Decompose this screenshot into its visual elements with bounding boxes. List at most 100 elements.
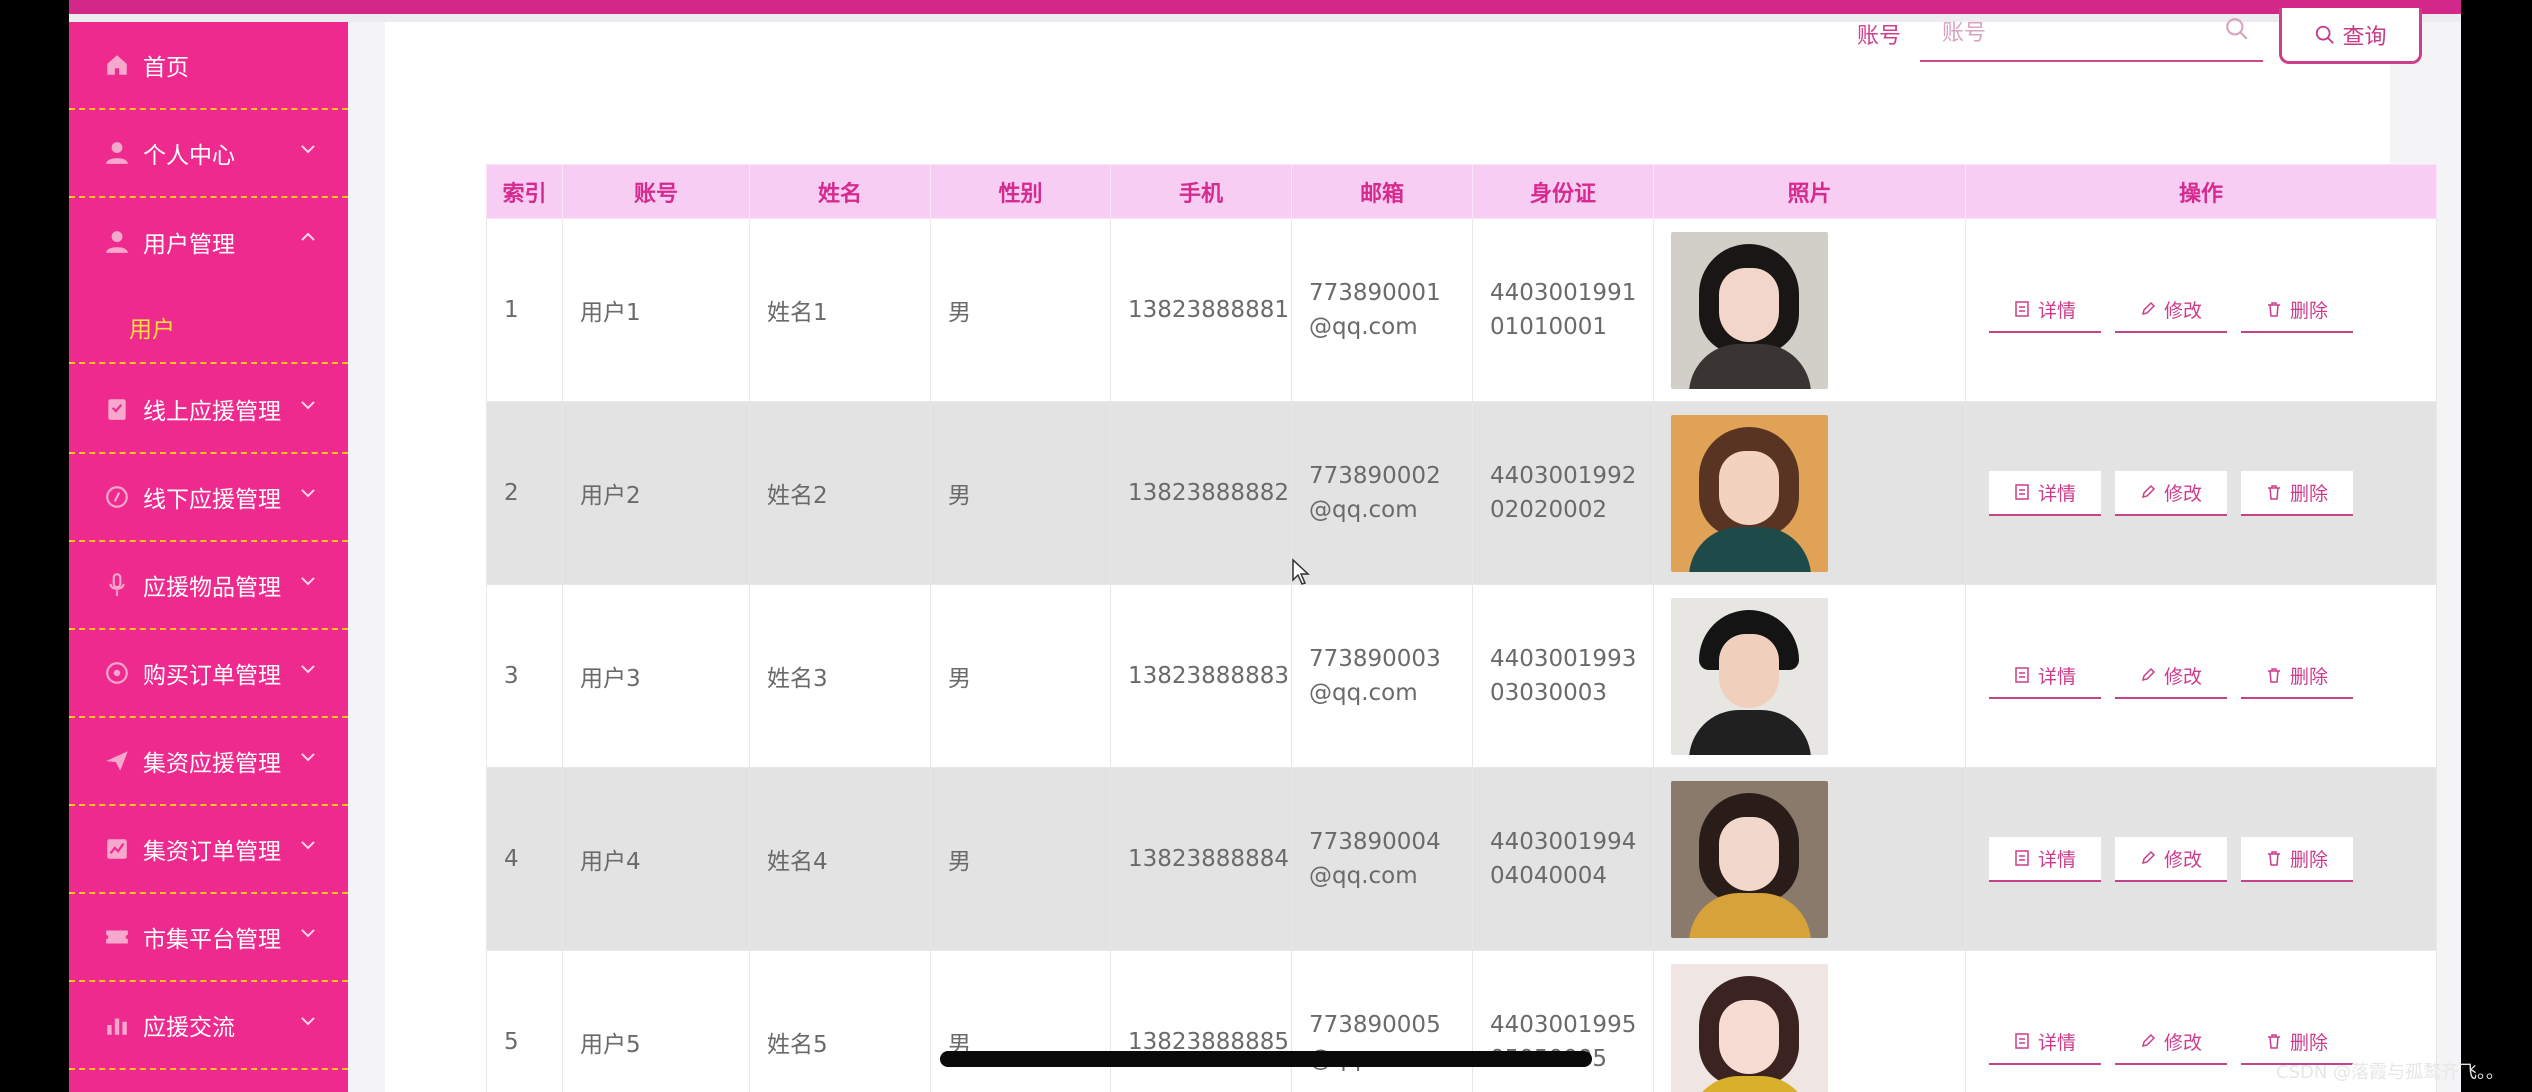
search-input[interactable]: [1942, 14, 2222, 52]
delete-button-label: 删除: [2289, 665, 2328, 688]
cell-actions: 详情 修改 删除: [1965, 767, 2437, 951]
ticket-icon: [104, 924, 130, 950]
app-window: 首页 个人中心 用户管理 用户 线上应援管理 线下应援管理 应援物品管理 购买订…: [69, 0, 2461, 1092]
sidebar-item-offline-support[interactable]: 线下应援管理: [69, 454, 348, 542]
chevron-down-icon: [301, 841, 315, 850]
table-row[interactable]: 3 用户3 姓名3 男 13823888883 773890003@qq.com…: [486, 584, 2437, 768]
document-icon: [2015, 1033, 2029, 1049]
user-photo[interactable]: [1671, 597, 1828, 755]
column-header-name[interactable]: 姓名: [749, 164, 931, 219]
trash-icon: [2267, 668, 2280, 683]
sidebar-item-fundraising-support[interactable]: 集资应援管理: [69, 718, 348, 806]
sidebar-item-market-platform[interactable]: 市集平台管理: [69, 894, 348, 982]
column-header-email[interactable]: 邮箱: [1291, 164, 1473, 219]
detail-button-label: 详情: [2037, 1031, 2076, 1054]
column-header-index[interactable]: 索引: [486, 164, 563, 219]
search-icon[interactable]: [2224, 16, 2250, 42]
sidebar-item-home[interactable]: 首页: [69, 22, 348, 110]
cell-gender: 男: [930, 218, 1111, 402]
home-indicator: [940, 1051, 1592, 1067]
cell-actions: 详情 修改 删除: [1965, 584, 2437, 768]
sidebar: 首页 个人中心 用户管理 用户 线上应援管理 线下应援管理 应援物品管理 购买订…: [69, 22, 348, 1092]
cell-id: 440300199101010001: [1472, 218, 1654, 402]
detail-button[interactable]: 详情: [1989, 470, 2101, 516]
search-icon: [2316, 25, 2335, 44]
user-photo[interactable]: [1671, 414, 1828, 572]
sidebar-item-label: 线上应援管理: [143, 399, 281, 425]
edit-button[interactable]: 修改: [2115, 653, 2227, 699]
delete-button[interactable]: 删除: [2241, 470, 2353, 516]
clipboard-icon: [104, 396, 130, 422]
column-header-actions: 操作: [1965, 164, 2437, 219]
sidebar-item-personal-center[interactable]: 个人中心: [69, 110, 348, 198]
sidebar-item-online-support[interactable]: 线上应援管理: [69, 366, 348, 454]
user-icon: [104, 229, 130, 255]
sidebar-item-label: 个人中心: [143, 143, 235, 169]
trash-icon: [2267, 485, 2280, 500]
chart-icon: [104, 836, 130, 862]
edit-button[interactable]: 修改: [2115, 470, 2227, 516]
edit-button[interactable]: 修改: [2115, 836, 2227, 882]
bar-chart-icon: [104, 1012, 130, 1038]
cell-index: 3: [486, 584, 563, 768]
sidebar-item-support-exchange[interactable]: 应援交流: [69, 982, 348, 1070]
sidebar-item-label: 购买订单管理: [143, 663, 281, 689]
sidebar-item-user-management[interactable]: 用户管理: [69, 198, 348, 286]
user-photo[interactable]: [1671, 780, 1828, 938]
sidebar-item-fundraising-orders[interactable]: 集资订单管理: [69, 806, 348, 894]
cell-gender: 男: [930, 584, 1111, 768]
cell-photo: [1653, 218, 1966, 402]
chevron-down-icon: [301, 145, 315, 154]
sidebar-subitem-users[interactable]: 用户: [69, 286, 348, 364]
sidebar-item-label: 市集平台管理: [143, 927, 281, 953]
table-row[interactable]: 1 用户1 姓名1 男 13823888881 773890001@qq.com…: [486, 218, 2437, 402]
delete-button[interactable]: 删除: [2241, 287, 2353, 333]
pencil-icon: [2141, 667, 2156, 682]
table-row[interactable]: 4 用户4 姓名4 男 13823888884 773890004@qq.com…: [486, 767, 2437, 951]
cell-name: 姓名5: [749, 950, 931, 1092]
detail-button[interactable]: 详情: [1989, 287, 2101, 333]
cell-id: 440300199202020002: [1472, 401, 1654, 585]
chevron-up-icon: [301, 232, 315, 241]
user-photo[interactable]: [1671, 963, 1828, 1092]
edit-button-label: 修改: [2163, 848, 2202, 871]
table-row[interactable]: 5 用户5 姓名5 男 13823888885 773890005@qq.com…: [486, 950, 2437, 1092]
trash-icon: [2267, 302, 2280, 317]
edit-button[interactable]: 修改: [2115, 1019, 2227, 1065]
delete-button[interactable]: 删除: [2241, 836, 2353, 882]
edit-button[interactable]: 修改: [2115, 287, 2227, 333]
detail-button[interactable]: 详情: [1989, 653, 2101, 699]
cell-index: 2: [486, 401, 563, 585]
cell-email: 773890001@qq.com: [1291, 218, 1473, 402]
cell-account: 用户5: [562, 950, 750, 1092]
mouse-cursor-icon: [1292, 558, 1310, 585]
sidebar-item-support-goods[interactable]: 应援物品管理: [69, 542, 348, 630]
delete-button[interactable]: 删除: [2241, 653, 2353, 699]
pencil-icon: [2141, 850, 2156, 865]
sidebar-item-label: 线下应援管理: [143, 487, 281, 513]
query-button[interactable]: 查询: [2279, 8, 2422, 64]
top-accent-bar: [69, 0, 2461, 14]
cell-phone: 13823888881: [1110, 218, 1292, 402]
sidebar-item-label: 应援交流: [143, 1015, 235, 1041]
home-icon: [104, 52, 130, 78]
sidebar-item-label: 首页: [143, 55, 189, 81]
column-header-id[interactable]: 身份证: [1472, 164, 1654, 219]
user-photo[interactable]: [1671, 231, 1828, 389]
sidebar-item-label: 集资订单管理: [143, 839, 281, 865]
column-header-gender[interactable]: 性别: [930, 164, 1111, 219]
detail-button[interactable]: 详情: [1989, 1019, 2101, 1065]
compass-icon: [104, 660, 130, 686]
column-header-account[interactable]: 账号: [562, 164, 750, 219]
cell-name: 姓名2: [749, 401, 931, 585]
edit-button-label: 修改: [2163, 1031, 2202, 1054]
detail-button-label: 详情: [2037, 848, 2076, 871]
detail-button[interactable]: 详情: [1989, 836, 2101, 882]
column-header-phone[interactable]: 手机: [1110, 164, 1292, 219]
query-button-label: 查询: [2342, 24, 2387, 50]
sidebar-item-purchase-orders[interactable]: 购买订单管理: [69, 630, 348, 718]
cell-email: 773890003@qq.com: [1291, 584, 1473, 768]
cell-index: 5: [486, 950, 563, 1092]
table-row[interactable]: 2 用户2 姓名2 男 13823888882 773890002@qq.com…: [486, 401, 2437, 585]
delete-button-label: 删除: [2289, 299, 2328, 322]
